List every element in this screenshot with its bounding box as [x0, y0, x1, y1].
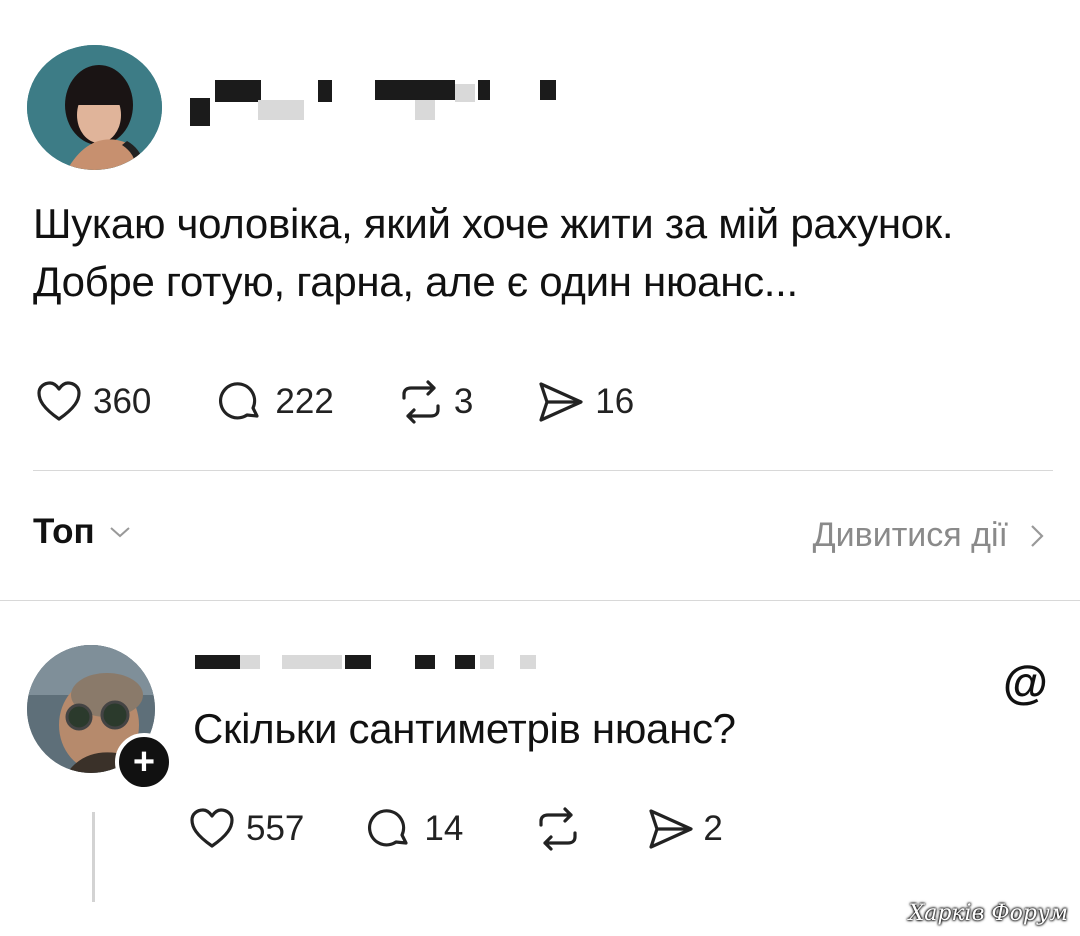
repost-count: 3	[453, 382, 474, 421]
repost-icon	[402, 380, 440, 424]
comment-button[interactable]: 222	[217, 378, 334, 426]
reply-actions: 557 14 2	[188, 805, 723, 853]
share-icon	[649, 809, 693, 849]
comment-count: 222	[275, 382, 334, 421]
sort-label: Топ	[33, 512, 95, 551]
like-count: 360	[93, 382, 152, 421]
view-activity-label: Дивитися дії	[812, 516, 1008, 554]
comment-icon	[219, 382, 260, 420]
comment-button[interactable]: 14	[366, 805, 463, 853]
reply-text: Скільки сантиметрів нюанс?	[193, 705, 736, 752]
share-count: 16	[595, 382, 635, 421]
thread-line	[92, 812, 95, 902]
follow-button[interactable]: +	[115, 733, 173, 791]
watermark: Харків Форум	[908, 901, 1068, 926]
post-text: Шукаю чоловіка, який хоче жити за мій ра…	[33, 195, 1063, 311]
view-activity-link[interactable]: Дивитися дії	[813, 516, 1048, 555]
avatar-photo	[27, 45, 162, 170]
divider	[33, 470, 1053, 471]
share-count: 2	[703, 809, 723, 848]
author-avatar[interactable]	[27, 45, 162, 170]
post-text-line: Добре готую, гарна, але є один нюанс...	[33, 258, 798, 305]
chevron-right-icon	[1031, 524, 1044, 547]
post-text-line: Шукаю чоловіка, який хоче жити за мій ра…	[33, 200, 954, 247]
like-button[interactable]: 557	[188, 805, 304, 853]
share-icon	[539, 382, 583, 422]
chevron-down-icon	[110, 527, 130, 538]
comment-icon	[368, 809, 409, 847]
heart-icon	[37, 381, 81, 421]
share-button[interactable]: 16	[535, 378, 634, 426]
share-button[interactable]: 2	[645, 805, 723, 853]
repost-button[interactable]: 3	[396, 378, 473, 426]
like-button[interactable]: 360	[35, 378, 151, 426]
plus-icon: +	[132, 741, 156, 783]
divider	[0, 600, 1080, 601]
sort-dropdown[interactable]: Топ	[33, 512, 133, 552]
threads-logo-icon: @	[1003, 656, 1048, 708]
repost-icon	[539, 807, 577, 851]
like-count: 557	[246, 809, 305, 848]
comment-count: 14	[424, 809, 464, 848]
post-actions: 360 222 3 16	[35, 378, 634, 426]
heart-icon	[190, 808, 234, 848]
repost-button[interactable]	[533, 805, 583, 853]
